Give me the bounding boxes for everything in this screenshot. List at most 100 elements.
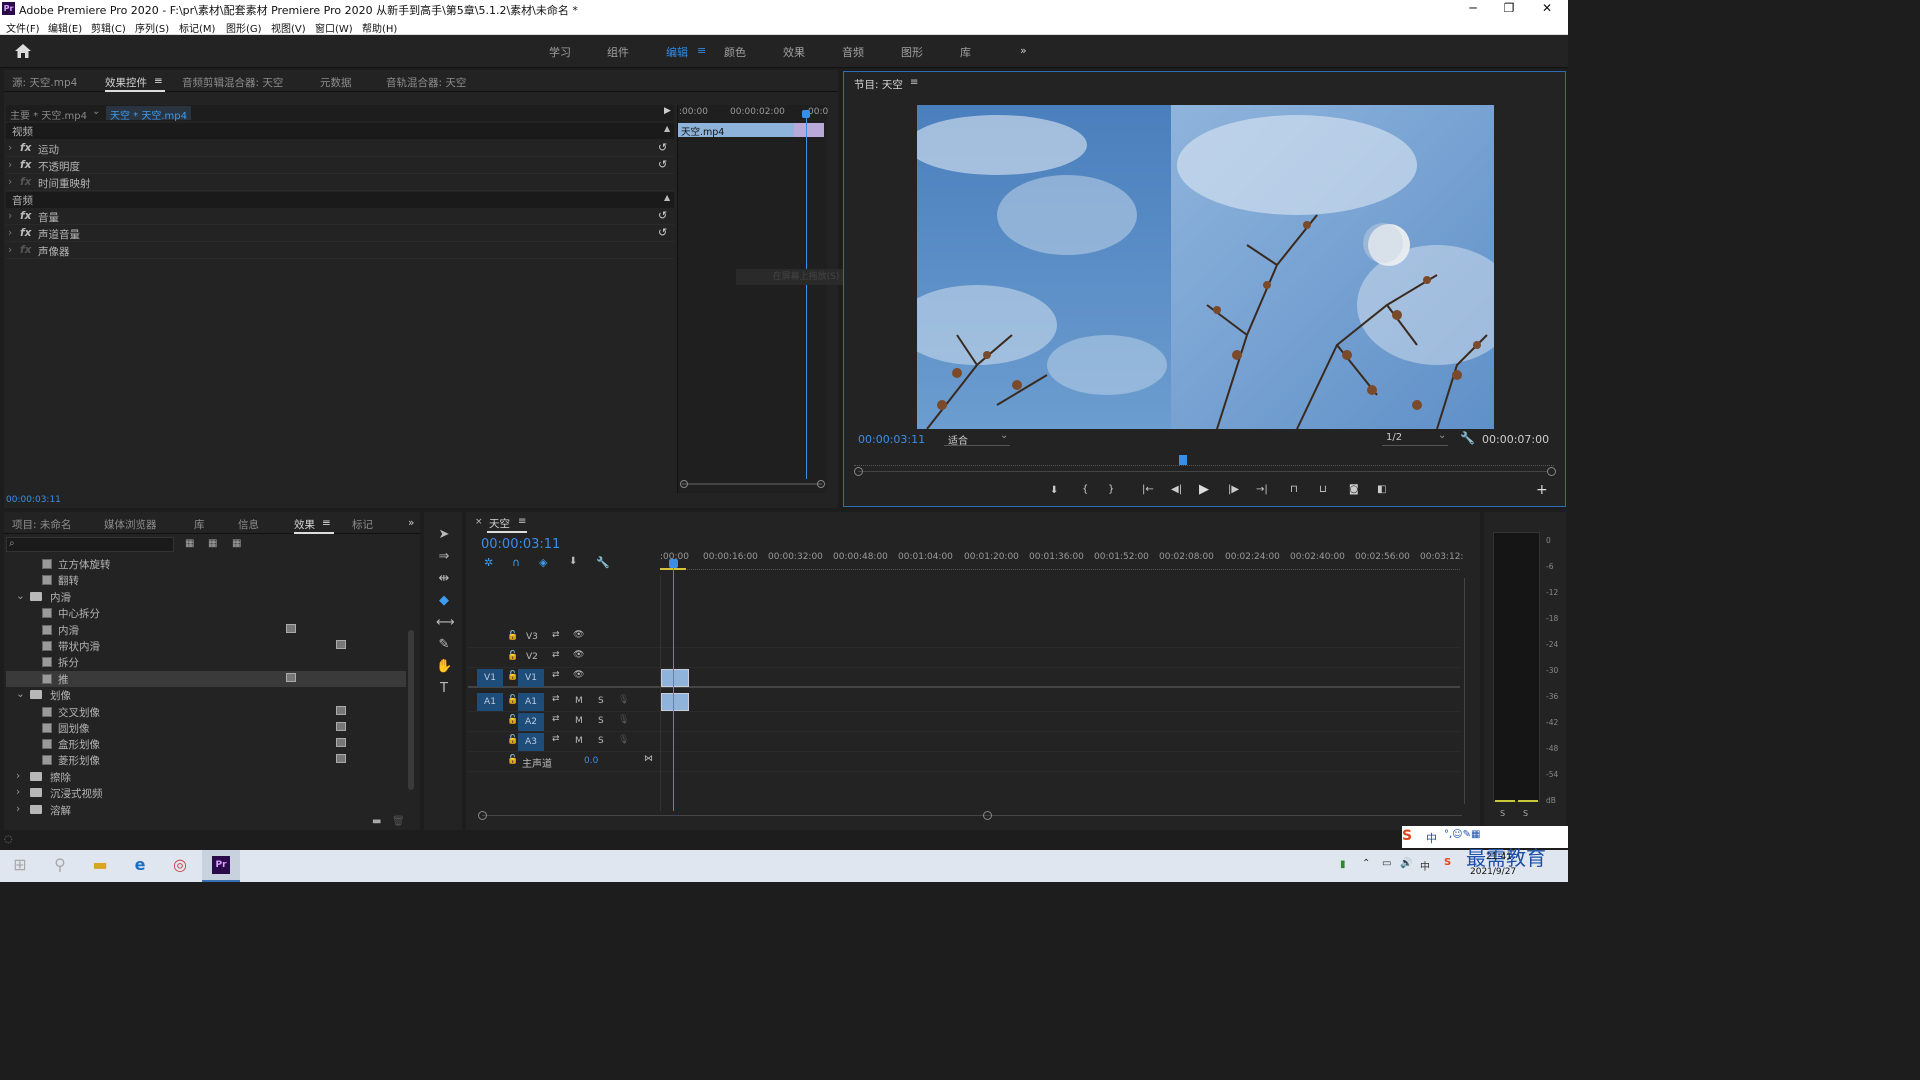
file-explorer-icon[interactable]: ▬	[88, 855, 112, 877]
program-scrubber[interactable]	[854, 458, 1554, 466]
ec-timeline[interactable]: :00:00 00:00:02:00 00:0 天空.mp4 在屏幕上拖放(S)	[677, 105, 876, 493]
ec-transition-bar[interactable]	[794, 123, 824, 137]
list-item[interactable]: 内滑	[6, 622, 406, 638]
ec-row-channel-volume[interactable]: › fx 声道音量 ↺	[6, 225, 674, 242]
tab-metadata[interactable]: 元数据	[320, 75, 352, 90]
close-button[interactable]: ✕	[1532, 1, 1562, 17]
list-item[interactable]: 翻转	[6, 572, 406, 588]
tab-menu-icon[interactable]: ≡	[322, 517, 331, 529]
minimize-button[interactable]: ─	[1458, 1, 1488, 17]
wrench-icon[interactable]: 🔧	[596, 556, 610, 569]
ripple-edit-tool-icon[interactable]: ⇹	[436, 571, 452, 587]
tab-source[interactable]: 源: 天空.mp4	[12, 75, 77, 90]
expand-arrow-icon[interactable]: ›	[8, 176, 12, 188]
list-item[interactable]: › 溶解	[6, 802, 406, 818]
mute-button[interactable]: M	[575, 716, 583, 726]
program-timecode[interactable]: 00:00:03:11	[858, 433, 925, 446]
ime-tray-icon[interactable]: 中	[1420, 858, 1430, 873]
timeline-timecode[interactable]: 00:00:03:11	[481, 537, 560, 552]
lock-icon[interactable]: 🔓	[507, 651, 518, 661]
expand-arrow-icon[interactable]: ›	[8, 159, 12, 171]
scroll-handle[interactable]	[680, 480, 688, 488]
tab-markers[interactable]: 标记	[352, 517, 373, 532]
track-select-tool-icon[interactable]: ⇒	[436, 549, 452, 565]
video-clip[interactable]	[661, 669, 689, 687]
track-target-v1[interactable]: V1	[518, 669, 544, 687]
yuv-effects-icon[interactable]: ▦	[232, 538, 241, 549]
reset-icon[interactable]: ↺	[658, 158, 667, 171]
linked-selection-icon[interactable]: ◈	[539, 556, 547, 569]
list-item[interactable]: 盒形划像	[6, 736, 406, 752]
close-tab-icon[interactable]: ×	[475, 517, 483, 527]
list-item[interactable]: 菱形划像	[6, 752, 406, 768]
solo-button[interactable]: S	[598, 716, 604, 726]
timeline-horizontal-scrollbar[interactable]	[482, 815, 1462, 816]
collapse-up-icon[interactable]: ▲	[664, 193, 670, 202]
tab-overflow-icon[interactable]: »	[408, 517, 414, 529]
tab-menu-icon[interactable]: ≡	[154, 75, 163, 87]
list-item[interactable]: ⌄ 内滑	[6, 589, 406, 605]
scroll-handle[interactable]	[854, 467, 863, 476]
fx-icon[interactable]: fx	[20, 227, 31, 239]
export-frame-icon[interactable]: ◙	[1349, 484, 1359, 495]
list-item[interactable]: › 擦除	[6, 769, 406, 785]
sync-lock-icon[interactable]: ⇄	[552, 694, 560, 704]
volume-icon[interactable]: 🔊	[1400, 858, 1412, 869]
fx-icon[interactable]: fx	[20, 210, 31, 222]
list-item[interactable]: ⌄ 划像	[6, 687, 406, 703]
timeline-playhead[interactable]	[673, 565, 674, 811]
workspace-audio[interactable]: 音频	[842, 44, 864, 60]
chevron-right-icon[interactable]: ›	[16, 770, 20, 782]
accelerated-effects-icon[interactable]: ▦	[185, 538, 194, 549]
menu-marker[interactable]: 标记(M)	[179, 20, 215, 35]
sync-lock-icon[interactable]: ⇄	[552, 734, 560, 744]
battery-icon[interactable]: ▮	[1340, 859, 1346, 870]
snap-icon[interactable]: ∩	[512, 556, 520, 569]
eye-icon[interactable]: 👁	[573, 650, 584, 660]
play-icon[interactable]: ▶	[1199, 482, 1209, 497]
track-target-a3[interactable]: A3	[518, 733, 544, 751]
scroll-handle[interactable]	[478, 811, 487, 820]
workspace-color[interactable]: 颜色	[724, 44, 746, 60]
step-back-icon[interactable]: ◀|	[1171, 484, 1182, 495]
mute-button[interactable]: M	[575, 736, 583, 746]
panel-menu-icon[interactable]: ≡	[910, 77, 918, 88]
ec-zoom-scrollbar[interactable]	[682, 483, 822, 485]
list-item-selected[interactable]: 推	[6, 671, 406, 687]
expand-arrow-icon[interactable]: ›	[8, 244, 12, 256]
reset-icon[interactable]: ↺	[658, 209, 667, 222]
tab-libraries[interactable]: 库	[194, 517, 205, 532]
ec-row-panner[interactable]: › fx 声像器	[6, 242, 674, 259]
tab-effect-controls[interactable]: 效果控件	[105, 75, 147, 90]
master-volume-value[interactable]: 0.0	[584, 756, 598, 766]
lock-icon[interactable]: 🔓	[507, 631, 518, 641]
sync-lock-icon[interactable]: ⇄	[552, 714, 560, 724]
source-patch-v1[interactable]: V1	[477, 669, 503, 687]
sync-lock-icon[interactable]: ⇄	[552, 650, 560, 660]
32bit-effects-icon[interactable]: ▦	[208, 538, 217, 549]
menu-sequence[interactable]: 序列(S)	[135, 20, 169, 35]
lock-icon[interactable]: 🔓	[507, 671, 518, 681]
menu-file[interactable]: 文件(F)	[6, 20, 40, 35]
audio-clip[interactable]	[661, 693, 689, 711]
tab-audio-clip-mixer[interactable]: 音频剪辑混合器: 天空	[182, 75, 283, 90]
scroll-handle[interactable]	[817, 480, 825, 488]
tray-date[interactable]: 2021/9/27	[1470, 867, 1516, 877]
step-forward-icon[interactable]: |▶	[1228, 484, 1239, 495]
maximize-button[interactable]: ❐	[1494, 1, 1524, 17]
sync-lock-icon[interactable]: ⇄	[552, 670, 560, 680]
eye-icon[interactable]: 👁	[573, 630, 584, 640]
ec-clip-bar[interactable]: 天空.mp4	[678, 123, 794, 138]
network-icon[interactable]: ▭	[1382, 858, 1391, 869]
workspace-overflow-button[interactable]: »	[1020, 44, 1027, 57]
chevron-right-icon[interactable]: ›	[16, 803, 20, 815]
menu-help[interactable]: 帮助(H)	[362, 20, 397, 35]
panel-menu-icon[interactable]: ≡	[518, 516, 526, 527]
expand-arrow-icon[interactable]: ›	[8, 227, 12, 239]
tab-info[interactable]: 信息	[238, 517, 259, 532]
lock-icon[interactable]: 🔓	[507, 755, 518, 765]
reset-icon[interactable]: ↺	[658, 141, 667, 154]
menu-window[interactable]: 窗口(W)	[315, 20, 353, 35]
slip-tool-icon[interactable]: ⟷	[436, 615, 455, 631]
menu-clip[interactable]: 剪辑(C)	[91, 20, 126, 35]
